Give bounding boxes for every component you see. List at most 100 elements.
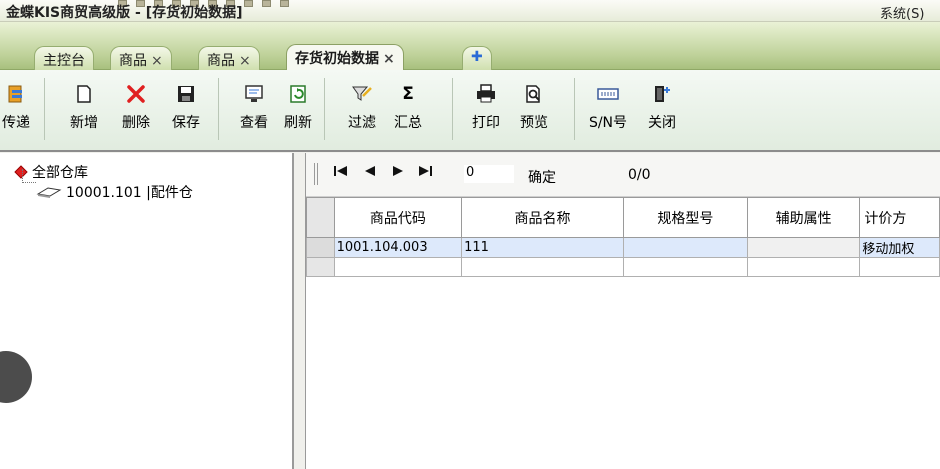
tab-goods-1[interactable]: 商品 × — [110, 46, 172, 70]
page-number-input[interactable]: 0 — [464, 165, 514, 183]
row-header[interactable] — [306, 257, 335, 277]
cell-pricing[interactable] — [859, 257, 940, 277]
tab-inventory-initial-data[interactable]: 存货初始数据 × — [286, 44, 404, 70]
new-label: 新增 — [70, 115, 98, 131]
row-header[interactable] — [306, 237, 335, 258]
row-header-corner — [306, 197, 335, 238]
delete-x-icon — [114, 78, 158, 110]
preview-label: 预览 — [520, 115, 548, 131]
view-button[interactable]: 查看 — [232, 78, 276, 144]
save-button[interactable]: 保存 — [164, 78, 208, 144]
record-navigator: 0 确定 0/0 — [306, 153, 940, 197]
window-title: 金蝶KIS商贸高级版 - [存货初始数据] — [6, 5, 243, 21]
warehouse-tree: 全部仓库 10001.101 |配件仓 — [0, 153, 294, 469]
book-icon — [36, 187, 62, 198]
cell-name[interactable]: 111 — [461, 237, 624, 258]
grid-header-row: 商品代码 商品名称 规格型号 辅助属性 计价方 — [306, 197, 940, 238]
preview-magnifier-icon — [512, 78, 556, 110]
next-record-button[interactable] — [390, 163, 406, 183]
tree-node-label: 10001.101 |配件仓 — [66, 185, 193, 201]
confirm-button[interactable]: 确定 — [528, 167, 556, 187]
toolbar-separator — [452, 78, 453, 140]
print-label: 打印 — [472, 115, 500, 131]
quick-access-icon[interactable] — [244, 0, 253, 7]
toolbar-separator — [324, 78, 325, 140]
previous-record-button[interactable] — [362, 163, 378, 183]
printer-icon — [464, 78, 508, 110]
table-row[interactable] — [306, 257, 940, 277]
toolbar-separator — [574, 78, 575, 140]
cell-attribute[interactable] — [746, 257, 861, 277]
window-title-bar: 金蝶KIS商贸高级版 - [存货初始数据] 系统(S) — [0, 0, 940, 22]
cell-pricing[interactable]: 移动加权 — [859, 237, 940, 258]
add-tab-button[interactable]: ✚ — [462, 46, 492, 70]
last-record-button[interactable] — [416, 163, 434, 183]
toolbar-separator — [44, 78, 45, 140]
previous-icon — [365, 166, 375, 176]
cell-attribute[interactable] — [746, 237, 861, 258]
close-button[interactable]: 关闭 — [640, 78, 684, 144]
refresh-label: 刷新 — [284, 115, 312, 131]
tree-root-label: 全部仓库 — [32, 165, 88, 181]
last-icon — [419, 166, 432, 176]
preview-button[interactable]: 预览 — [512, 78, 556, 144]
transfer-icon — [0, 78, 38, 110]
refresh-button[interactable]: 刷新 — [276, 78, 320, 144]
column-header[interactable]: 商品代码 — [333, 197, 463, 238]
column-header[interactable]: 计价方 — [859, 197, 940, 238]
first-record-button[interactable] — [332, 163, 350, 183]
print-button[interactable]: 打印 — [464, 78, 508, 144]
plus-icon: ✚ — [471, 49, 483, 65]
sn-button[interactable]: S/N号 — [586, 78, 630, 144]
tab-label: 主控台 — [43, 53, 85, 69]
tab-strip: 主控台 商品 × 商品 × 存货初始数据 × ✚ — [0, 22, 940, 70]
summary-label: 汇总 — [394, 115, 422, 131]
transfer-button[interactable]: 传递 — [0, 78, 38, 144]
filter-button[interactable]: 过滤 — [340, 78, 384, 144]
cell-spec[interactable] — [622, 237, 749, 258]
cell-code[interactable] — [333, 257, 463, 277]
close-icon[interactable]: × — [151, 53, 163, 69]
next-icon — [393, 166, 403, 176]
sn-label: S/N号 — [588, 115, 628, 131]
data-panel: 0 确定 0/0 商品代码 商品名称 规格型号 辅助属性 计价方 1001.10… — [305, 153, 940, 469]
filter-funnel-icon — [340, 78, 384, 110]
new-button[interactable]: 新增 — [62, 78, 106, 144]
tab-label: 商品 — [207, 53, 235, 69]
save-label: 保存 — [172, 115, 200, 131]
first-icon — [334, 166, 347, 176]
quick-access-icon[interactable] — [262, 0, 271, 7]
record-count: 0/0 — [628, 167, 651, 183]
toolbar-separator — [218, 78, 219, 140]
cell-spec[interactable] — [622, 257, 749, 277]
cell-code[interactable]: 1001.104.003 — [333, 237, 463, 258]
tab-label: 商品 — [119, 53, 147, 69]
view-monitor-icon — [232, 78, 276, 110]
delete-label: 删除 — [122, 115, 150, 131]
quick-access-icon[interactable] — [280, 0, 289, 7]
summary-button[interactable]: Σ 汇总 — [386, 78, 430, 144]
tree-node-warehouse[interactable]: 10001.101 |配件仓 — [36, 182, 193, 202]
column-header[interactable]: 规格型号 — [622, 197, 749, 238]
view-label: 查看 — [240, 115, 268, 131]
toolbar-grip[interactable] — [314, 163, 318, 185]
tree-connector — [22, 169, 36, 183]
save-disk-icon — [164, 78, 208, 110]
transfer-label: 传递 — [2, 115, 30, 131]
column-header[interactable]: 商品名称 — [461, 197, 624, 238]
filter-label: 过滤 — [348, 115, 376, 131]
tab-main-console[interactable]: 主控台 — [34, 46, 94, 70]
tab-goods-2[interactable]: 商品 × — [198, 46, 260, 70]
table-row[interactable]: 1001.104.003 111 移动加权 — [306, 237, 940, 258]
inventory-grid: 商品代码 商品名称 规格型号 辅助属性 计价方 1001.104.003 111… — [306, 197, 940, 277]
exit-door-icon — [640, 78, 684, 110]
tab-label: 存货初始数据 — [295, 51, 379, 67]
sigma-icon: Σ — [402, 84, 414, 104]
close-label: 关闭 — [648, 115, 676, 131]
system-menu[interactable]: 系统(S) — [880, 3, 924, 21]
column-header[interactable]: 辅助属性 — [746, 197, 861, 238]
delete-button[interactable]: 删除 — [114, 78, 158, 144]
close-icon[interactable]: × — [383, 51, 395, 67]
close-icon[interactable]: × — [239, 53, 251, 69]
cell-name[interactable] — [461, 257, 624, 277]
